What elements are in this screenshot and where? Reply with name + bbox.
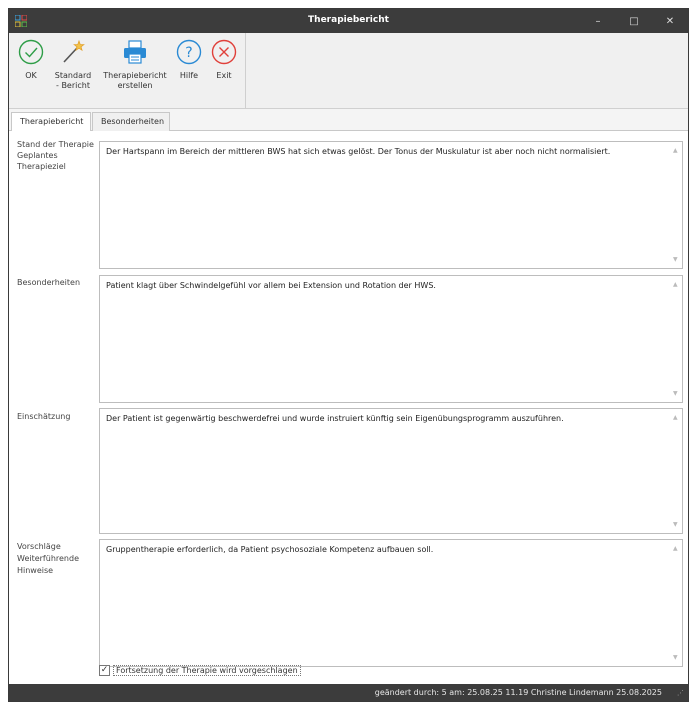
printer-icon (124, 40, 146, 64)
ok-button[interactable]: OK (13, 37, 49, 105)
field-label-particularities: Besonderheiten (17, 278, 81, 287)
maximize-button[interactable]: □ (616, 9, 652, 33)
title-bar: Therapiebericht – □ ✕ (9, 9, 688, 33)
exit-button[interactable]: Exit (207, 37, 241, 105)
field-label-therapy-status: Stand der Therapie Geplantes Therapiezie… (17, 140, 94, 171)
therapy-report-window: Therapiebericht – □ ✕ OK Standard - Beri… (8, 8, 689, 702)
ok-label: OK (25, 71, 37, 80)
magic-wand-icon (63, 39, 85, 63)
scroll-down-icon[interactable]: ▼ (673, 519, 678, 530)
particularities-text: Patient klagt über Schwindelgefühl vor a… (106, 281, 436, 290)
exit-label: Exit (216, 71, 232, 80)
continue-therapy-label[interactable]: Fortsetzung der Therapie wird vorgeschla… (113, 664, 301, 676)
standard-report-button[interactable]: Standard - Bericht (51, 37, 95, 105)
tab-besonderheiten[interactable]: Besonderheiten (92, 112, 170, 131)
tab-therapiebericht[interactable]: Therapiebericht (11, 112, 91, 132)
create-report-button[interactable]: Therapiebericht erstellen (97, 37, 173, 105)
report-form: Stand der Therapie Geplantes Therapiezie… (9, 131, 688, 686)
standard-report-label: Standard - Bericht (54, 71, 92, 90)
ribbon-toolbar: OK Standard - Bericht Therapiebericht er… (9, 33, 688, 109)
scroll-up-icon[interactable]: ▲ (673, 412, 678, 423)
help-label: Hilfe (179, 71, 199, 80)
memo-scrollbar[interactable]: ▲ ▼ (670, 409, 682, 533)
scroll-down-icon[interactable]: ▼ (673, 388, 678, 399)
checkmark-circle-icon (18, 39, 44, 65)
memo-scrollbar[interactable]: ▲ ▼ (670, 142, 682, 268)
continue-therapy-checkbox[interactable]: ✓ (99, 664, 110, 676)
resize-grip-icon[interactable]: ⋰ (677, 689, 684, 697)
svg-text:?: ? (185, 45, 192, 61)
scroll-down-icon[interactable]: ▼ (673, 652, 678, 663)
assessment-text: Der Patient ist gegenwärtig beschwerdefr… (106, 414, 564, 423)
scroll-up-icon[interactable]: ▲ (673, 279, 678, 290)
exit-icon (211, 39, 237, 65)
therapy-status-text: Der Hartspann im Bereich der mittleren B… (106, 147, 611, 156)
tab-strip: Therapiebericht Besonderheiten (9, 109, 688, 132)
suggestions-memo[interactable]: Gruppentherapie erforderlich, da Patient… (99, 539, 683, 667)
particularities-memo[interactable]: Patient klagt über Schwindelgefühl vor a… (99, 275, 683, 403)
scroll-down-icon[interactable]: ▼ (673, 254, 678, 265)
memo-scrollbar[interactable]: ▲ ▼ (670, 540, 682, 666)
memo-scrollbar[interactable]: ▲ ▼ (670, 276, 682, 402)
ribbon-separator (245, 33, 246, 109)
close-window-button[interactable]: ✕ (652, 9, 688, 33)
field-label-suggestions: Vorschläge Weiterführende Hinweise (17, 542, 79, 575)
help-button[interactable]: ? Hilfe (173, 37, 205, 105)
status-bar: geändert durch: 5 am: 25.08.25 11.19 Chr… (9, 684, 688, 701)
minimize-button[interactable]: – (580, 9, 616, 33)
continue-therapy-row[interactable]: ✓ Fortsetzung der Therapie wird vorgesch… (99, 663, 301, 677)
assessment-memo[interactable]: Der Patient ist gegenwärtig beschwerdefr… (99, 408, 683, 534)
scroll-up-icon[interactable]: ▲ (673, 145, 678, 156)
scroll-up-icon[interactable]: ▲ (673, 543, 678, 554)
create-report-label: Therapiebericht erstellen (103, 71, 167, 90)
status-text: geändert durch: 5 am: 25.08.25 11.19 Chr… (374, 688, 662, 697)
help-icon: ? (176, 39, 202, 65)
suggestions-text: Gruppentherapie erforderlich, da Patient… (106, 545, 434, 554)
therapy-status-memo[interactable]: Der Hartspann im Bereich der mittleren B… (99, 141, 683, 269)
field-label-assessment: Einschätzung (17, 412, 71, 421)
